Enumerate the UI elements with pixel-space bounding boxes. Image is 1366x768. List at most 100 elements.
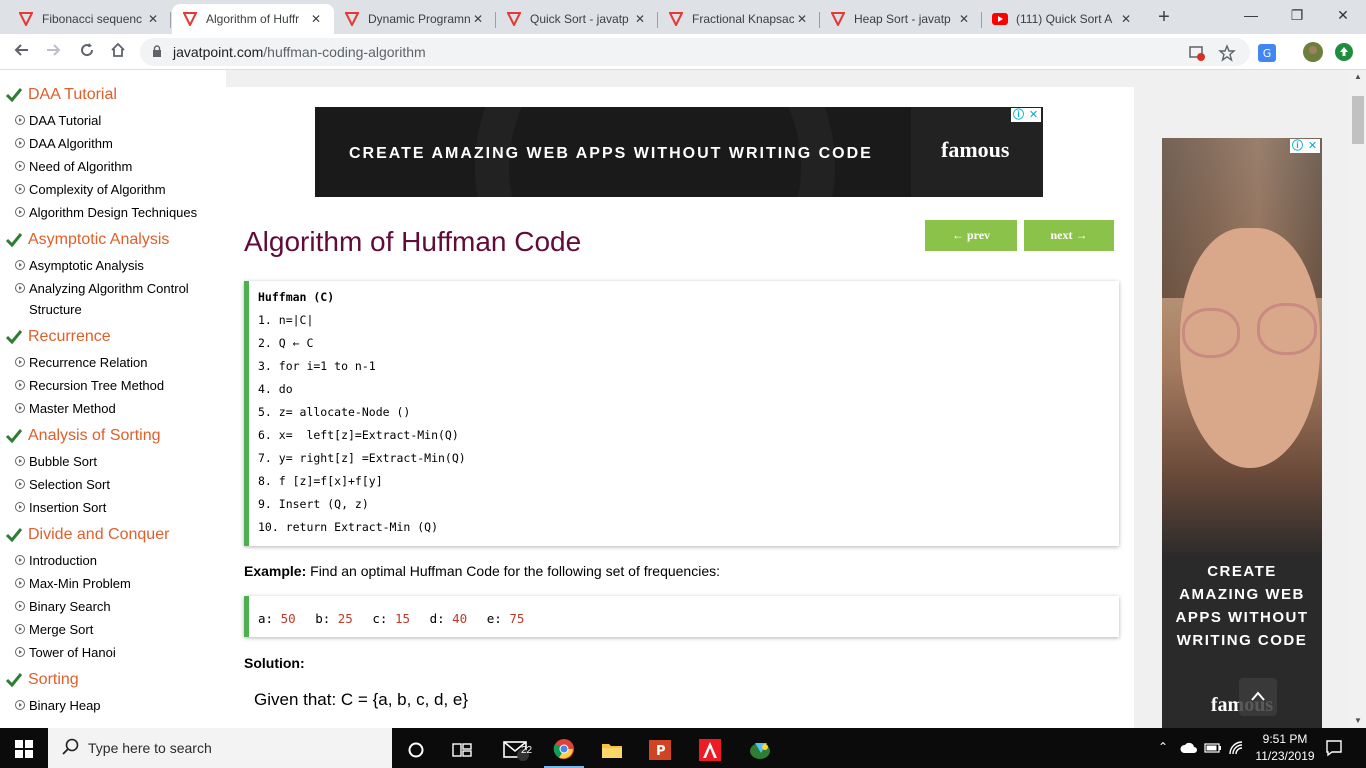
translate-extension-icon[interactable]: G bbox=[1257, 43, 1277, 63]
browser-tab[interactable]: (111) Quick Sort A ✕ bbox=[982, 4, 1144, 34]
ad-info-icon[interactable]: ⓘ bbox=[1290, 139, 1305, 153]
sidebar-item[interactable]: Need of Algorithm bbox=[0, 156, 226, 179]
ad-choices[interactable]: ⓘ ✕ bbox=[1011, 108, 1041, 122]
sidebar-item[interactable]: Merge Sort bbox=[0, 619, 226, 642]
top-banner-ad[interactable]: CREATE AMAZING WEB APPS WITHOUT WRITING … bbox=[315, 107, 1043, 197]
sidebar-item[interactable]: Analyzing Algorithm Control Structure bbox=[0, 278, 226, 322]
tab-title: Heap Sort - javatp bbox=[854, 12, 951, 26]
sidebar-item[interactable]: Bubble Sort bbox=[0, 451, 226, 474]
scroll-up-arrow-icon[interactable]: ▲ bbox=[1350, 70, 1366, 84]
tab-close-icon[interactable]: ✕ bbox=[145, 12, 161, 26]
acrobat-button[interactable] bbox=[690, 732, 730, 768]
sidebar-section-asymptotic-analysis[interactable]: Asymptotic Analysis bbox=[0, 225, 226, 255]
sidebar-item-label: DAA Tutorial bbox=[29, 113, 102, 128]
ad-choices[interactable]: ⓘ ✕ bbox=[1290, 139, 1320, 153]
sidebar-item[interactable]: Insertion Sort bbox=[0, 497, 226, 520]
sidebar-item[interactable]: Recurrence Relation bbox=[0, 352, 226, 375]
sidebar-section-analysis-of-sorting[interactable]: Analysis of Sorting bbox=[0, 421, 226, 451]
battery-icon[interactable] bbox=[1204, 742, 1222, 754]
sidebar-item-label: Binary Search bbox=[29, 599, 111, 614]
browser-tab[interactable]: Heap Sort - javatp ✕ bbox=[820, 4, 982, 34]
bullet-arrow-icon bbox=[15, 161, 25, 171]
scroll-down-arrow-icon[interactable]: ▼ bbox=[1350, 714, 1366, 728]
reload-button[interactable] bbox=[75, 40, 99, 64]
sidebar-item[interactable]: Selection Sort bbox=[0, 474, 226, 497]
tab-close-icon[interactable]: ✕ bbox=[308, 12, 324, 26]
sidebar-item[interactable]: Complexity of Algorithm bbox=[0, 179, 226, 202]
system-clock[interactable]: 9:51 PM 11/23/2019 bbox=[1252, 731, 1318, 765]
browser-tab-active[interactable]: Algorithm of Huffr ✕ bbox=[172, 4, 334, 34]
sidebar-item-label: Max-Min Problem bbox=[29, 576, 131, 591]
bookmark-star-icon[interactable] bbox=[1218, 44, 1236, 62]
wifi-icon[interactable] bbox=[1228, 740, 1244, 756]
prev-button[interactable]: ← prev bbox=[925, 220, 1017, 251]
home-icon bbox=[111, 42, 125, 57]
sidebar-section-daa-tutorial[interactable]: DAA Tutorial bbox=[0, 80, 226, 110]
scrollbar-thumb[interactable] bbox=[1352, 96, 1364, 144]
new-tab-button[interactable]: + bbox=[1152, 6, 1176, 30]
tab-close-icon[interactable]: ✕ bbox=[470, 12, 486, 26]
tab-title: Fractional Knapsac bbox=[692, 12, 794, 26]
cortana-button[interactable] bbox=[396, 732, 436, 768]
powerpoint-button[interactable]: P bbox=[640, 732, 680, 768]
chrome-app-button[interactable] bbox=[544, 732, 584, 768]
download-manager-button[interactable] bbox=[740, 732, 780, 768]
freq-value: 15 bbox=[394, 611, 411, 626]
tab-close-icon[interactable]: ✕ bbox=[1118, 12, 1134, 26]
bullet-arrow-icon bbox=[15, 260, 25, 270]
sidebar-section-divide-and-conquer[interactable]: Divide and Conquer bbox=[0, 520, 226, 550]
sidebar-item[interactable]: DAA Tutorial bbox=[0, 110, 226, 133]
browser-toolbar: javatpoint.com/huffman-coding-algorithm … bbox=[0, 34, 1366, 70]
start-button[interactable] bbox=[0, 728, 48, 768]
sidebar-item[interactable]: Max-Min Problem bbox=[0, 573, 226, 596]
vertical-scrollbar[interactable]: ▲ ▼ bbox=[1350, 70, 1366, 728]
browser-tab[interactable]: Fractional Knapsac ✕ bbox=[658, 4, 820, 34]
task-view-button[interactable] bbox=[442, 732, 482, 768]
browser-tab[interactable]: Fibonacci sequenc ✕ bbox=[8, 4, 171, 34]
tab-close-icon[interactable]: ✕ bbox=[794, 12, 810, 26]
scroll-to-top-button[interactable] bbox=[1239, 678, 1277, 716]
ad-info-icon[interactable]: ⓘ bbox=[1011, 108, 1026, 122]
right-skyscraper-ad[interactable]: CREATE AMAZING WEB APPS WITHOUT WRITING … bbox=[1162, 138, 1322, 728]
close-window-button[interactable]: ✕ bbox=[1320, 0, 1366, 32]
mail-app-button[interactable]: 22 bbox=[496, 732, 536, 768]
next-button[interactable]: next → bbox=[1024, 220, 1114, 251]
taskbar-search-input[interactable]: Type here to search bbox=[48, 728, 392, 768]
sidebar-item[interactable]: Introduction bbox=[0, 550, 226, 573]
chevron-up-icon[interactable]: ⌃ bbox=[1158, 740, 1168, 754]
sidebar-section-sorting[interactable]: Sorting bbox=[0, 665, 226, 695]
onedrive-cloud-icon[interactable] bbox=[1180, 742, 1198, 754]
blocked-popup-icon[interactable] bbox=[1188, 44, 1206, 62]
address-bar[interactable]: javatpoint.com/huffman-coding-algorithm bbox=[140, 38, 1250, 66]
restore-button[interactable]: ❐ bbox=[1274, 0, 1320, 32]
minimize-button[interactable]: — bbox=[1228, 0, 1274, 32]
sidebar-item[interactable]: Tower of Hanoi bbox=[0, 642, 226, 665]
sidebar-item[interactable]: Master Method bbox=[0, 398, 226, 421]
update-arrow-icon[interactable] bbox=[1335, 43, 1353, 61]
back-button[interactable] bbox=[9, 40, 33, 64]
ad-close-icon[interactable]: ✕ bbox=[1026, 108, 1041, 122]
tab-close-icon[interactable]: ✕ bbox=[632, 12, 648, 26]
url-host: javatpoint.com bbox=[173, 44, 264, 60]
sidebar-item[interactable]: DAA Algorithm bbox=[0, 133, 226, 156]
notification-center-icon[interactable] bbox=[1325, 739, 1343, 757]
sidebar-item[interactable]: Binary Heap bbox=[0, 695, 226, 718]
sidebar-item[interactable]: Recursion Tree Method bbox=[0, 375, 226, 398]
file-explorer-button[interactable] bbox=[592, 732, 632, 768]
sidebar-section-recurrence[interactable]: Recurrence bbox=[0, 322, 226, 352]
sidebar-item-label: Tower of Hanoi bbox=[29, 645, 116, 660]
browser-tab[interactable]: Dynamic Programn ✕ bbox=[334, 4, 496, 34]
tab-close-icon[interactable]: ✕ bbox=[956, 12, 972, 26]
forward-button[interactable] bbox=[42, 40, 66, 64]
sidebar-item[interactable]: Algorithm Design Techniques bbox=[0, 202, 226, 225]
lock-icon bbox=[153, 45, 161, 57]
bullet-arrow-icon bbox=[15, 456, 25, 466]
ad-close-icon[interactable]: ✕ bbox=[1305, 139, 1320, 153]
profile-avatar-icon[interactable] bbox=[1303, 42, 1323, 62]
browser-tab[interactable]: Quick Sort - javatp ✕ bbox=[496, 4, 658, 34]
sidebar-item[interactable]: Asymptotic Analysis bbox=[0, 255, 226, 278]
home-button[interactable] bbox=[106, 40, 130, 64]
tab-title: Algorithm of Huffr bbox=[206, 12, 300, 26]
sidebar-item-label: Algorithm Design Techniques bbox=[29, 205, 198, 220]
sidebar-item[interactable]: Binary Search bbox=[0, 596, 226, 619]
